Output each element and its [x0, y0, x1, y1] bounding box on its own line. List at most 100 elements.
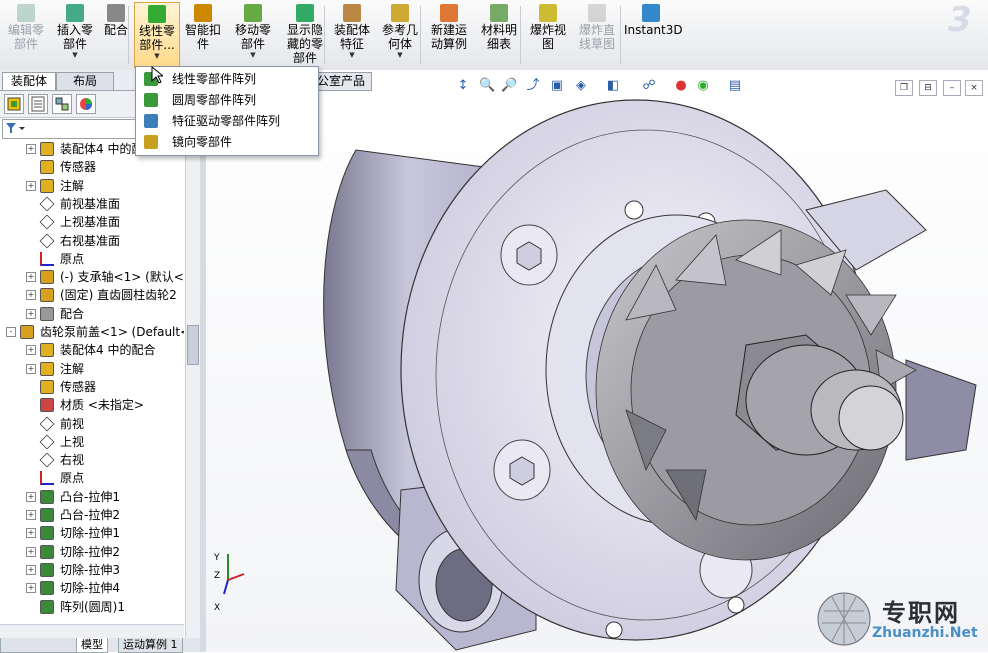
tree-expander-icon[interactable]: + — [26, 345, 36, 356]
dropdown-item-1[interactable]: 圆周零部件阵列 — [138, 90, 316, 110]
tree-node-label: (-) 支承轴<1> (默认< — [60, 270, 184, 285]
office-products-tab[interactable]: 公室产品 — [310, 72, 372, 91]
restore-icon[interactable]: ❐ — [895, 80, 913, 96]
tree-expander-icon[interactable]: + — [26, 308, 36, 319]
tile-icon[interactable]: ⊟ — [919, 80, 937, 96]
dropdown-item-2[interactable]: 特征驱动零部件阵列 — [138, 111, 316, 131]
tree-node[interactable]: 上视 — [26, 433, 184, 451]
minimize-icon[interactable]: – — [943, 80, 961, 96]
dropdown-arrow-icon[interactable]: ▼ — [228, 51, 278, 59]
section-view-icon[interactable]: ▣ — [549, 78, 565, 94]
graphics-area[interactable] — [206, 70, 988, 652]
previous-view-icon[interactable]: ↕ — [455, 78, 471, 94]
toolbar-button-3[interactable]: 线性零 部件... ▼ — [134, 2, 180, 68]
tree-expander-icon[interactable]: + — [26, 564, 36, 575]
feature-tree-tab-icon[interactable] — [4, 94, 24, 114]
toolbar-button-13[interactable]: Instant3D — [624, 2, 683, 68]
view-orientation-icon[interactable]: ⤴ — [525, 78, 541, 94]
toolbar-button-label: Instant3D — [624, 23, 683, 37]
circular-pattern-icon — [144, 93, 158, 107]
tree-node[interactable]: + (-) 支承轴<1> (默认< — [26, 268, 184, 286]
toolbar-button-6[interactable]: 显示隐 藏的零 部件 — [282, 2, 328, 68]
property-manager-tab-icon[interactable] — [28, 94, 48, 114]
dropdown-arrow-icon[interactable]: ▼ — [135, 52, 179, 60]
close-icon[interactable]: × — [965, 80, 983, 96]
tree-node[interactable]: 原点 — [26, 250, 184, 268]
tree-node[interactable]: 传感器 — [26, 378, 184, 396]
view-settings-icon[interactable]: ▤ — [727, 78, 743, 94]
part-icon — [40, 288, 54, 303]
cut-extrude-icon — [40, 562, 54, 577]
toolbar-button-12[interactable]: 爆炸直 线草图 — [574, 2, 620, 68]
tree-node[interactable]: 前视 — [26, 415, 184, 433]
toolbar-button-0[interactable]: 编辑零 部件 — [2, 2, 50, 68]
dropdown-item-3[interactable]: 镜向零部件 — [138, 132, 316, 152]
tree-node[interactable]: 上视基准面 — [26, 213, 184, 231]
tree-node[interactable]: + 切除-拉伸4 — [26, 579, 184, 597]
dropdown-item-0[interactable]: 线性零部件阵列 — [138, 69, 316, 89]
tree-node[interactable]: + 注解 — [26, 360, 184, 378]
vertical-scrollbar[interactable] — [185, 140, 200, 640]
display-manager-tab-icon[interactable] — [76, 94, 96, 114]
dropdown-item-label: 镜向零部件 — [172, 135, 233, 149]
horizontal-scrollbar[interactable] — [0, 624, 184, 639]
configuration-manager-tab-icon[interactable] — [52, 94, 72, 114]
tab-model[interactable]: 模型 — [76, 638, 108, 653]
view-selector-icon[interactable]: ◈ — [573, 78, 589, 94]
toolbar-button-7[interactable]: 装配体 特征 ▼ — [330, 2, 374, 68]
tree-expander-icon[interactable]: + — [26, 491, 36, 502]
tree-node[interactable]: 阵列(圆周)1 — [26, 598, 184, 616]
tree-expander-icon[interactable]: + — [26, 144, 36, 154]
tree-node[interactable]: + 凸台-拉伸2 — [26, 506, 184, 524]
tree-expander-icon[interactable]: - — [6, 327, 16, 337]
tree-node[interactable]: + 装配体4 中的配合 — [26, 341, 184, 359]
dropdown-arrow-icon[interactable]: ▼ — [330, 51, 374, 59]
toolbar-button-10[interactable]: 材料明 细表 — [476, 2, 522, 68]
tree-node[interactable]: 右视 — [26, 451, 184, 469]
tree-node[interactable]: + (固定) 直齿圆柱齿轮2 — [26, 286, 184, 304]
toolbar-button-4[interactable]: 智能扣 件 — [182, 2, 224, 68]
zoom-to-area-icon[interactable]: 🔎 — [501, 78, 517, 94]
tab-motion-study[interactable]: 运动算例 1 — [118, 638, 183, 653]
dropdown-arrow-icon[interactable]: ▼ — [52, 51, 98, 59]
triad-x-label: X — [214, 603, 220, 612]
tree-node[interactable]: 前视基准面 — [26, 195, 184, 213]
scroll-thumb[interactable] — [187, 325, 199, 365]
tree-node[interactable]: + 配合 — [26, 305, 184, 323]
tree-node[interactable]: + 切除-拉伸3 — [26, 561, 184, 579]
tree-node[interactable]: 传感器 — [26, 158, 184, 176]
reference-triad-icon: Y Z X — [213, 553, 245, 612]
tree-expander-icon[interactable]: + — [26, 583, 36, 594]
toolbar-button-11[interactable]: 爆炸视 图 — [526, 2, 570, 68]
tab-layout[interactable]: 布局 — [56, 72, 114, 90]
toolbar-button-1[interactable]: 插入零 部件 ▼ — [52, 2, 98, 68]
tree-expander-icon[interactable]: + — [26, 272, 36, 283]
zoom-to-fit-icon[interactable]: 🔍 — [479, 78, 495, 94]
toolbar-button-label: 材料明 细表 — [480, 23, 517, 51]
apply-scene-icon[interactable]: ◉ — [695, 78, 711, 94]
edit-appearance-icon[interactable]: ● — [673, 78, 689, 94]
hide-show-items-icon[interactable]: ☍ — [641, 78, 657, 94]
tab-assembly[interactable]: 装配体 — [2, 72, 56, 90]
dropdown-arrow-icon[interactable]: ▼ — [378, 51, 422, 59]
tree-node[interactable]: 原点 — [26, 469, 184, 487]
display-style-icon[interactable]: ◧ — [605, 78, 621, 94]
toolbar-button-5[interactable]: 移动零 部件 ▼ — [228, 2, 278, 68]
tree-node[interactable]: 右视基准面 — [26, 232, 184, 250]
tree-expander-icon[interactable]: + — [26, 510, 36, 520]
tree-expander-icon[interactable]: + — [26, 546, 36, 557]
tree-node[interactable]: + 凸台-拉伸1 — [26, 488, 184, 506]
tree-node[interactable]: 材质 <未指定> — [26, 396, 184, 414]
tree-node[interactable]: + 切除-拉伸1 — [26, 524, 184, 542]
toolbar-button-9[interactable]: 新建运 动算例 — [426, 2, 472, 68]
tree-node[interactable]: + 注解 — [26, 177, 184, 195]
tree-node-label: 切除-拉伸1 — [60, 526, 120, 541]
tree-expander-icon[interactable]: + — [26, 290, 36, 301]
tree-node[interactable]: - 齿轮泵前盖<1> (Default< — [6, 323, 184, 341]
tree-expander-icon[interactable]: + — [26, 363, 36, 374]
tree-expander-icon[interactable]: + — [26, 528, 36, 539]
toolbar-button-8[interactable]: 参考几 何体 ▼ — [378, 2, 422, 68]
tree-node[interactable]: + 切除-拉伸2 — [26, 543, 184, 561]
tree-expander-icon[interactable]: + — [26, 180, 36, 191]
plane-icon — [39, 196, 55, 212]
